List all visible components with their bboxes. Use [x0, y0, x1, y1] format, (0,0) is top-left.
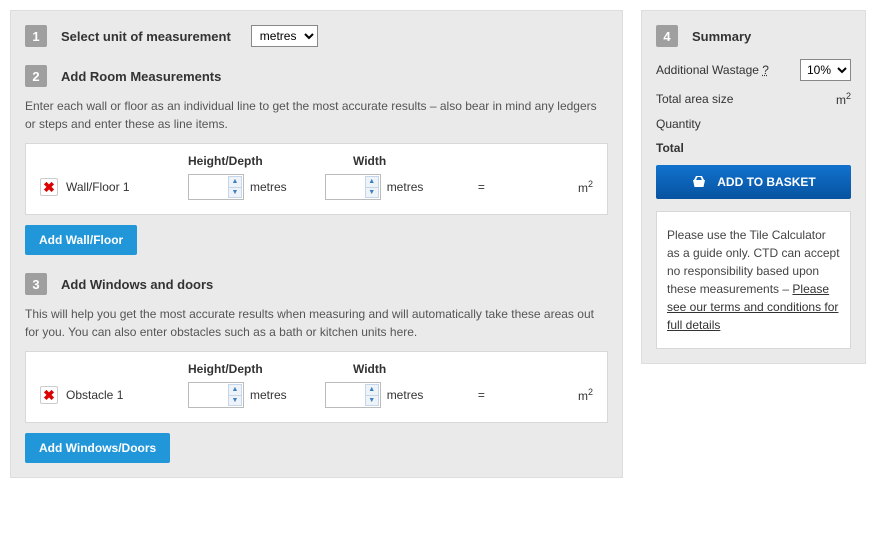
obstacle-width-down-icon[interactable]: ▼	[365, 395, 379, 407]
delete-room-icon[interactable]: ✖	[40, 178, 58, 196]
step-2-header: 2 Add Room Measurements	[25, 65, 608, 87]
obstacle-equals: =	[461, 388, 501, 402]
add-windows-doors-button[interactable]: Add Windows/Doors	[25, 433, 170, 463]
total-row: Total	[656, 141, 851, 155]
obstacle-width-unit: metres	[387, 388, 424, 402]
add-to-basket-button[interactable]: ADD TO BASKET	[656, 165, 851, 199]
room-height-spinner: ▲ ▼	[228, 176, 242, 198]
obstacle-result: m2	[578, 387, 593, 403]
room-result: m2	[578, 179, 593, 195]
main-panel: 1 Select unit of measurement metres 2 Ad…	[10, 10, 623, 478]
step-2: 2 Add Room Measurements Enter each wall …	[25, 65, 608, 255]
wastage-label: Additional Wastage ?	[656, 63, 769, 77]
obstacle-row-label: Obstacle 1	[66, 388, 188, 402]
step-2-description: Enter each wall or floor as an individua…	[25, 97, 608, 133]
obstacle-height-spinner: ▲ ▼	[228, 384, 242, 406]
room-height-down-icon[interactable]: ▼	[228, 187, 242, 199]
step-4-title: Summary	[692, 29, 751, 44]
obstacle-width-spinner: ▲ ▼	[365, 384, 379, 406]
unit-select-wrap: metres	[251, 25, 318, 47]
disclaimer-box: Please use the Tile Calculator as a guid…	[656, 211, 851, 349]
room-col-height: Height/Depth	[188, 154, 353, 168]
quantity-row: Quantity	[656, 117, 851, 131]
room-height-unit: metres	[250, 180, 287, 194]
wastage-select[interactable]: 10%	[800, 59, 851, 81]
total-label: Total	[656, 141, 684, 155]
obstacle-height-unit: metres	[250, 388, 287, 402]
room-width-unit: metres	[387, 180, 424, 194]
step-2-number: 2	[25, 65, 47, 87]
quantity-label: Quantity	[656, 117, 701, 131]
obstacle-height-input-wrap: ▲ ▼	[188, 382, 244, 408]
obstacle-col-width: Width	[353, 362, 518, 376]
step-3-description: This will help you get the most accurate…	[25, 305, 608, 341]
step-2-title: Add Room Measurements	[61, 69, 221, 84]
wastage-row: Additional Wastage ? 10%	[656, 59, 851, 81]
obstacle-width-up-icon[interactable]: ▲	[365, 384, 379, 395]
summary-panel: 4 Summary Additional Wastage ? 10% Total…	[641, 10, 866, 364]
add-wall-floor-button[interactable]: Add Wall/Floor	[25, 225, 137, 255]
room-width-up-icon[interactable]: ▲	[365, 176, 379, 187]
room-row-1: ✖ Wall/Floor 1 ▲ ▼ metres ▲	[40, 174, 593, 200]
tile-calculator: 1 Select unit of measurement metres 2 Ad…	[10, 10, 866, 478]
area-row: Total area size m2	[656, 91, 851, 107]
room-height-up-icon[interactable]: ▲	[228, 176, 242, 187]
step-1-number: 1	[25, 25, 47, 47]
obstacle-height-down-icon[interactable]: ▼	[228, 395, 242, 407]
step-1: 1 Select unit of measurement metres	[25, 25, 608, 47]
step-4-header: 4 Summary	[656, 25, 851, 47]
room-table: Height/Depth Width ✖ Wall/Floor 1 ▲ ▼ me…	[25, 143, 608, 215]
obstacle-row-1: ✖ Obstacle 1 ▲ ▼ metres ▲	[40, 382, 593, 408]
step-4-number: 4	[656, 25, 678, 47]
room-column-headers: Height/Depth Width	[40, 154, 593, 168]
room-height-input-wrap: ▲ ▼	[188, 174, 244, 200]
basket-button-label: ADD TO BASKET	[717, 175, 815, 189]
room-width-input-wrap: ▲ ▼	[325, 174, 381, 200]
room-width-spinner: ▲ ▼	[365, 176, 379, 198]
step-1-title: Select unit of measurement	[61, 29, 231, 44]
room-row-label: Wall/Floor 1	[66, 180, 188, 194]
area-value: m2	[836, 91, 851, 107]
room-width-down-icon[interactable]: ▼	[365, 187, 379, 199]
obstacle-height-up-icon[interactable]: ▲	[228, 384, 242, 395]
obstacle-col-height: Height/Depth	[188, 362, 353, 376]
delete-obstacle-icon[interactable]: ✖	[40, 386, 58, 404]
wastage-help-icon[interactable]: ?	[762, 63, 769, 77]
obstacle-table: Height/Depth Width ✖ Obstacle 1 ▲ ▼ metr…	[25, 351, 608, 423]
wastage-select-wrap: 10%	[800, 59, 851, 81]
step-3-title: Add Windows and doors	[61, 277, 213, 292]
area-label: Total area size	[656, 92, 733, 106]
unit-select[interactable]: metres	[251, 25, 318, 47]
room-col-width: Width	[353, 154, 518, 168]
obstacle-width-input-wrap: ▲ ▼	[325, 382, 381, 408]
step-1-header: 1 Select unit of measurement metres	[25, 25, 608, 47]
basket-icon	[691, 175, 707, 189]
room-equals: =	[461, 180, 501, 194]
step-3-number: 3	[25, 273, 47, 295]
step-3: 3 Add Windows and doors This will help y…	[25, 273, 608, 463]
step-3-header: 3 Add Windows and doors	[25, 273, 608, 295]
obstacle-column-headers: Height/Depth Width	[40, 362, 593, 376]
